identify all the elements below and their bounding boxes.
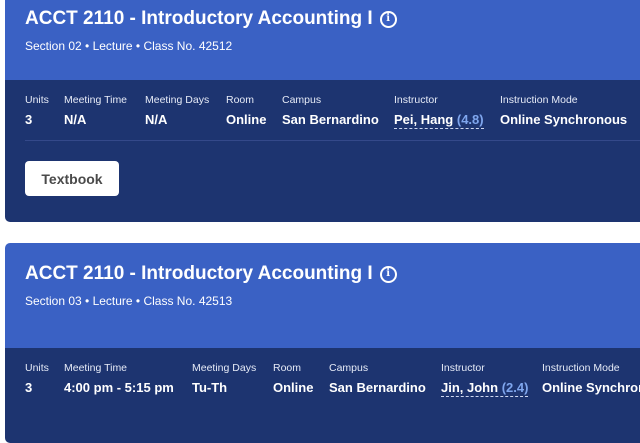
instructor-rating[interactable]: (2.4) xyxy=(502,380,529,395)
divider xyxy=(25,140,640,141)
campus-value: San Bernardino xyxy=(282,112,379,127)
units-label: Units xyxy=(25,94,49,106)
instructor-label: Instructor xyxy=(394,94,438,106)
instruction-mode-value: Online Synchronous xyxy=(500,112,628,127)
instruction-mode-label: Instruction Mode xyxy=(542,362,620,374)
campus-value: San Bernardino xyxy=(329,380,426,395)
instructor-rating[interactable]: (4.8) xyxy=(457,112,484,127)
course-title-text: ACCT 2110 - Introductory Accounting I xyxy=(25,8,373,29)
instruction-mode-label: Instruction Mode xyxy=(500,94,578,106)
campus-label: Campus xyxy=(329,362,369,374)
units-value: 3 xyxy=(25,112,33,127)
instructor-link[interactable]: Jin, John (2.4) xyxy=(441,380,529,397)
course-details: Units 3 Meeting Time N/A Meeting Days N/… xyxy=(5,80,640,222)
meeting-days-value: N/A xyxy=(145,112,168,127)
instructor-name[interactable]: Pei, Hang xyxy=(394,112,453,127)
instructor-link[interactable]: Pei, Hang (4.8) xyxy=(394,112,484,129)
room-label: Room xyxy=(226,94,255,106)
course-title: ACCT 2110 - Introductory Accounting I i xyxy=(25,263,397,285)
instruction-mode-value: Online Synchronous xyxy=(542,380,640,395)
instructor-value[interactable]: Pei, Hang (4.8) xyxy=(394,112,484,129)
course-card-header: ACCT 2110 - Introductory Accounting I i … xyxy=(5,0,640,80)
campus-label: Campus xyxy=(282,94,322,106)
section-subtitle: Section 03 • Lecture • Class No. 42513 xyxy=(25,294,233,308)
meeting-days-label: Meeting Days xyxy=(145,94,210,106)
course-details: Units 3 Meeting Time 4:00 pm - 5:15 pm M… xyxy=(5,348,640,443)
meeting-time-label: Meeting Time xyxy=(64,94,128,106)
meeting-days-label: Meeting Days xyxy=(192,362,257,374)
meeting-time-value: N/A xyxy=(64,112,87,127)
meeting-time-label: Meeting Time xyxy=(64,362,128,374)
course-card: ACCT 2110 - Introductory Accounting I i … xyxy=(5,0,640,222)
instructor-label: Instructor xyxy=(441,362,485,374)
course-title: ACCT 2110 - Introductory Accounting I i xyxy=(25,8,397,30)
meeting-days-value: Tu-Th xyxy=(192,380,228,395)
textbook-button[interactable]: Textbook xyxy=(25,161,119,196)
room-value: Online xyxy=(226,112,267,127)
instructor-name[interactable]: Jin, John xyxy=(441,380,498,395)
instructor-value[interactable]: Jin, John (2.4) xyxy=(441,380,529,397)
room-label: Room xyxy=(273,362,302,374)
course-card: ACCT 2110 - Introductory Accounting I i … xyxy=(5,243,640,443)
course-title-text: ACCT 2110 - Introductory Accounting I xyxy=(25,263,373,284)
units-label: Units xyxy=(25,362,49,374)
room-value: Online xyxy=(273,380,314,395)
info-circle-icon[interactable]: i xyxy=(379,265,397,283)
course-card-header: ACCT 2110 - Introductory Accounting I i … xyxy=(5,243,640,348)
section-subtitle: Section 02 • Lecture • Class No. 42512 xyxy=(25,39,233,53)
units-value: 3 xyxy=(25,380,33,395)
meeting-time-value: 4:00 pm - 5:15 pm xyxy=(64,380,174,395)
info-circle-icon[interactable]: i xyxy=(379,10,397,28)
